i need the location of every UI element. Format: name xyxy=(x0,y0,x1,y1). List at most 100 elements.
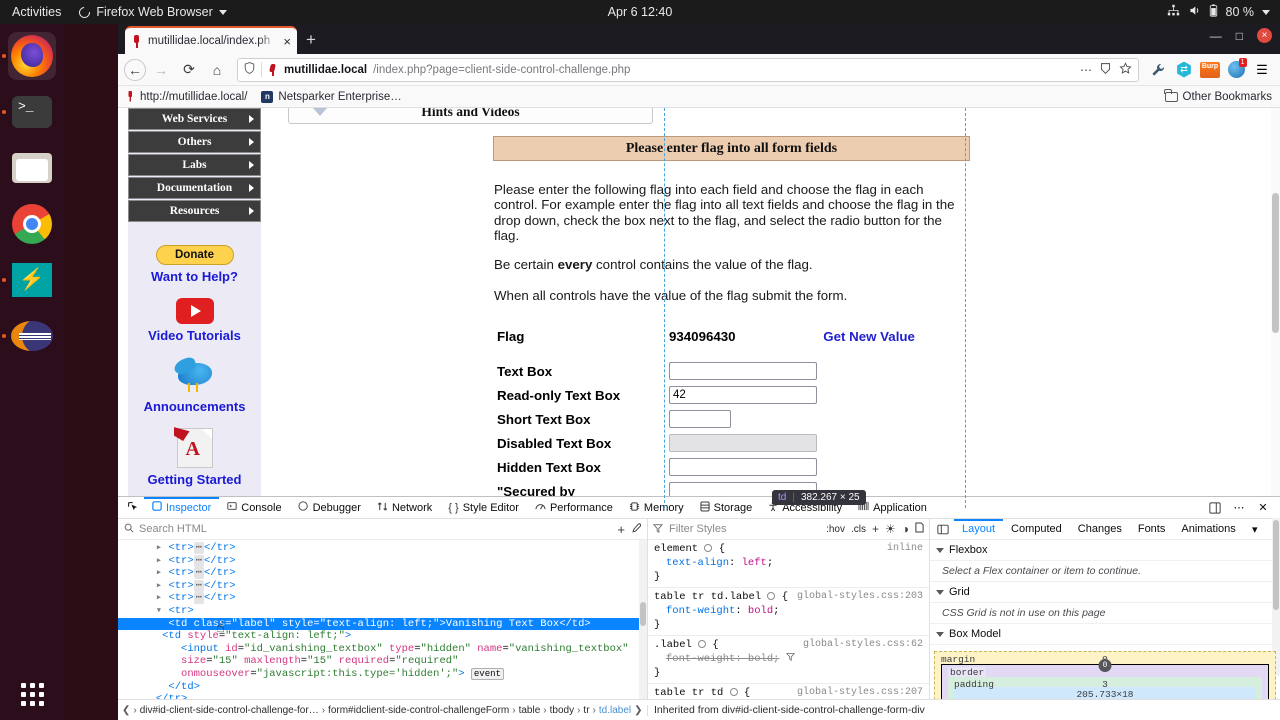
rule-selector[interactable]: table tr td.label xyxy=(654,591,761,603)
tab-inspector[interactable]: Inspector xyxy=(144,497,219,519)
contrast-icon[interactable]: ◑ xyxy=(902,522,909,536)
home-button[interactable]: ⌂ xyxy=(204,57,230,83)
selector-highlight-toggle[interactable] xyxy=(767,592,776,601)
tab-network[interactable]: Network xyxy=(369,497,440,519)
globe-extension-icon[interactable]: 1 xyxy=(1224,58,1248,82)
short-text-box-input[interactable] xyxy=(669,410,731,428)
reload-button[interactable]: ⟳ xyxy=(176,57,202,83)
dock-item-zap[interactable]: ⚡ xyxy=(2,256,56,304)
dock-item-firefox[interactable] xyxy=(2,32,56,80)
hints-and-videos-toggle[interactable]: Hints and Videos xyxy=(288,108,653,124)
breadcrumb-item-td-label[interactable]: td.label xyxy=(599,705,631,716)
get-new-value-link[interactable]: Get New Value xyxy=(823,329,915,344)
css-value[interactable]: bold xyxy=(748,653,773,665)
activities-button[interactable]: Activities xyxy=(12,5,61,19)
css-rule[interactable]: global-styles.css:207 table tr td { padd… xyxy=(648,684,929,699)
rules-list[interactable]: inline element { text-align: left; } glo… xyxy=(648,518,1280,699)
box-model-diagram[interactable]: margin 0 0 border padding 3 205.733×18 xyxy=(930,645,1280,699)
markup-line[interactable]: <td style="text-align: left;"> xyxy=(118,630,647,643)
nav-button-web-services[interactable]: Web Services xyxy=(128,108,261,130)
nav-button-resources[interactable]: Resources xyxy=(128,200,261,222)
video-tutorials-link[interactable]: Video Tutorials xyxy=(128,328,261,343)
breadcrumb-item-form[interactable]: form#idclient-side-control-challengeForm xyxy=(328,705,509,716)
hamburger-menu-icon[interactable]: ☰ xyxy=(1250,58,1274,82)
page-scrollbar[interactable] xyxy=(1271,108,1280,508)
system-status-area[interactable]: 80 % xyxy=(1167,4,1270,20)
rule-selector[interactable]: element xyxy=(654,543,698,555)
new-tab-button[interactable]: + xyxy=(306,30,316,50)
css-rule[interactable]: inline element { text-align: left; } xyxy=(648,540,929,588)
donate-button[interactable]: Donate xyxy=(155,245,234,265)
rule-source[interactable]: global-styles.css:203 xyxy=(797,590,923,604)
css-rule[interactable]: global-styles.css:62 .label { font-weigh… xyxy=(648,636,929,684)
markup-line[interactable]: ▸ <tr> ⋯ </tr> xyxy=(118,592,647,605)
border-top-value[interactable]: 0 xyxy=(1098,659,1112,672)
browser-tab[interactable]: mutillidae.local/index.ph × xyxy=(125,26,297,54)
close-window-button[interactable]: × xyxy=(1257,28,1272,43)
getting-started-link[interactable]: Getting Started xyxy=(128,472,261,487)
page-actions-icon[interactable]: ⋯ xyxy=(1080,63,1092,77)
padding-top-value[interactable]: 3 xyxy=(1102,679,1108,690)
box-model-section-header[interactable]: Box Model xyxy=(930,624,1280,645)
pdf-icon[interactable]: A xyxy=(173,427,213,468)
maximize-button[interactable]: □ xyxy=(1236,29,1243,43)
markup-line[interactable]: ▸ <tr> ⋯ </tr> xyxy=(118,554,647,568)
light-mode-icon[interactable]: ☀ xyxy=(885,522,896,536)
selector-highlight-toggle[interactable] xyxy=(729,688,738,697)
markup-scrollbar[interactable] xyxy=(639,540,647,699)
selector-highlight-toggle[interactable] xyxy=(704,544,713,553)
nav-button-labs[interactable]: Labs xyxy=(128,154,261,176)
show-applications-button[interactable] xyxy=(0,683,64,706)
add-node-button[interactable]: + xyxy=(617,522,625,537)
markup-line[interactable]: </tr> xyxy=(118,693,647,699)
tab-performance[interactable]: Performance xyxy=(527,497,621,519)
markup-line[interactable]: onmouseover="javascript:this.type='hidde… xyxy=(118,667,647,681)
add-rule-button[interactable]: + xyxy=(872,522,879,536)
markup-line[interactable]: ▾ <tr> xyxy=(118,605,647,618)
close-tab-icon[interactable]: × xyxy=(283,35,291,48)
other-bookmarks-button[interactable]: Other Bookmarks xyxy=(1164,88,1272,103)
css-value[interactable]: left xyxy=(742,557,767,569)
rule-selector[interactable]: .label xyxy=(654,639,692,651)
tab-debugger[interactable]: Debugger xyxy=(290,497,369,519)
twitter-bird-icon[interactable] xyxy=(171,355,218,395)
markup-line-selected[interactable]: <td class="label" style="text-align: lef… xyxy=(118,617,647,631)
tab-layout[interactable]: Layout xyxy=(954,519,1003,540)
breadcrumb-item-div[interactable]: div#id-client-side-control-challenge-for… xyxy=(140,705,319,716)
readonly-text-box-input[interactable] xyxy=(669,386,817,404)
css-property[interactable]: text-align xyxy=(654,557,729,569)
breadcrumb-item-tbody[interactable]: tbody xyxy=(550,705,574,716)
want-to-help-link[interactable]: Want to Help? xyxy=(128,269,261,284)
dock-item-burpsuite[interactable] xyxy=(2,312,56,360)
print-media-icon[interactable] xyxy=(915,522,924,536)
markup-line[interactable]: <input id="id_vanishing_textbox" type="h… xyxy=(118,643,647,656)
hidden-text-box-input[interactable] xyxy=(669,458,817,476)
nav-button-others[interactable]: Others xyxy=(128,131,261,153)
box-model-padding[interactable]: padding 3 205.733×18 xyxy=(948,677,1262,699)
meatball-menu-icon[interactable]: ⋯ xyxy=(1228,497,1250,519)
search-html-input[interactable]: Search HTML xyxy=(139,523,612,535)
burp-extension-icon[interactable]: Burp xyxy=(1198,58,1222,82)
css-property[interactable]: font-weight xyxy=(654,605,735,617)
breadcrumb-item-tr[interactable]: tr xyxy=(583,705,589,716)
flexbox-section-header[interactable]: Flexbox xyxy=(930,540,1280,561)
breadcrumb-scroll-right[interactable]: ❯ xyxy=(634,705,642,716)
tab-storage[interactable]: Storage xyxy=(692,497,761,519)
rule-source[interactable]: global-styles.css:207 xyxy=(797,686,923,699)
expand-sidebar-icon[interactable] xyxy=(932,518,954,540)
markup-line[interactable]: ▸ <tr> ⋯ </tr> xyxy=(118,579,647,593)
markup-line[interactable]: </td> xyxy=(118,681,647,694)
dock-item-chrome[interactable] xyxy=(8,200,56,248)
tab-fonts[interactable]: Fonts xyxy=(1130,519,1174,540)
dock-item-files[interactable] xyxy=(8,144,56,192)
hov-toggle[interactable]: :hov xyxy=(826,524,845,535)
tab-computed[interactable]: Computed xyxy=(1003,519,1070,540)
scrollbar-thumb[interactable] xyxy=(1272,193,1279,333)
split-console-icon[interactable] xyxy=(1204,497,1226,519)
close-devtools-icon[interactable]: ✕ xyxy=(1252,497,1274,519)
css-property[interactable]: font-weight xyxy=(654,653,735,665)
app-menu-button[interactable]: Firefox Web Browser xyxy=(77,4,227,20)
tab-animations[interactable]: Animations xyxy=(1173,519,1243,540)
bookmark-netsparker[interactable]: n Netsparker Enterprise… xyxy=(261,90,402,103)
pocket-save-icon[interactable] xyxy=(1099,62,1112,78)
